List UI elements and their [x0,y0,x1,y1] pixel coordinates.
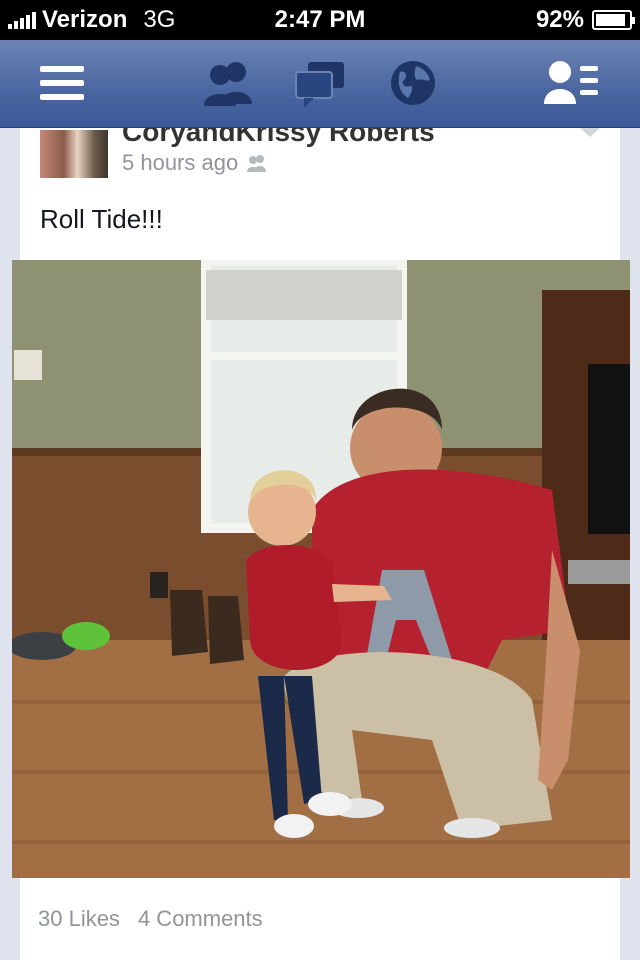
comments-count[interactable]: 4 Comments [138,906,263,932]
post-meta: 5 hours ago [122,150,268,176]
battery-status: 92% [535,6,635,34]
battery-percent: 92% [535,6,584,33]
nav-bar [0,40,640,128]
menu-icon[interactable] [38,58,86,108]
friends-privacy-icon [247,155,267,172]
friend-requests-icon[interactable] [200,58,256,108]
likes-count[interactable]: 30 Likes [38,906,120,932]
messages-icon[interactable] [294,58,346,108]
post-options-chevron-icon[interactable] [580,128,600,137]
battery-icon [592,10,635,30]
post-photo[interactable] [12,260,630,878]
post-text: Roll Tide!!! [40,204,163,234]
post-timestamp[interactable]: 5 hours ago [122,150,238,176]
post-counts: 30 Likes 4 Comments [38,906,263,932]
author-avatar[interactable] [40,130,108,178]
notifications-globe-icon[interactable] [388,58,438,108]
status-bar: Verizon 3G 2:47 PM 92% [0,0,640,40]
post-card: CoryandKrissy Roberts 5 hours ago Roll T… [12,128,630,960]
online-friends-icon[interactable] [542,58,602,108]
